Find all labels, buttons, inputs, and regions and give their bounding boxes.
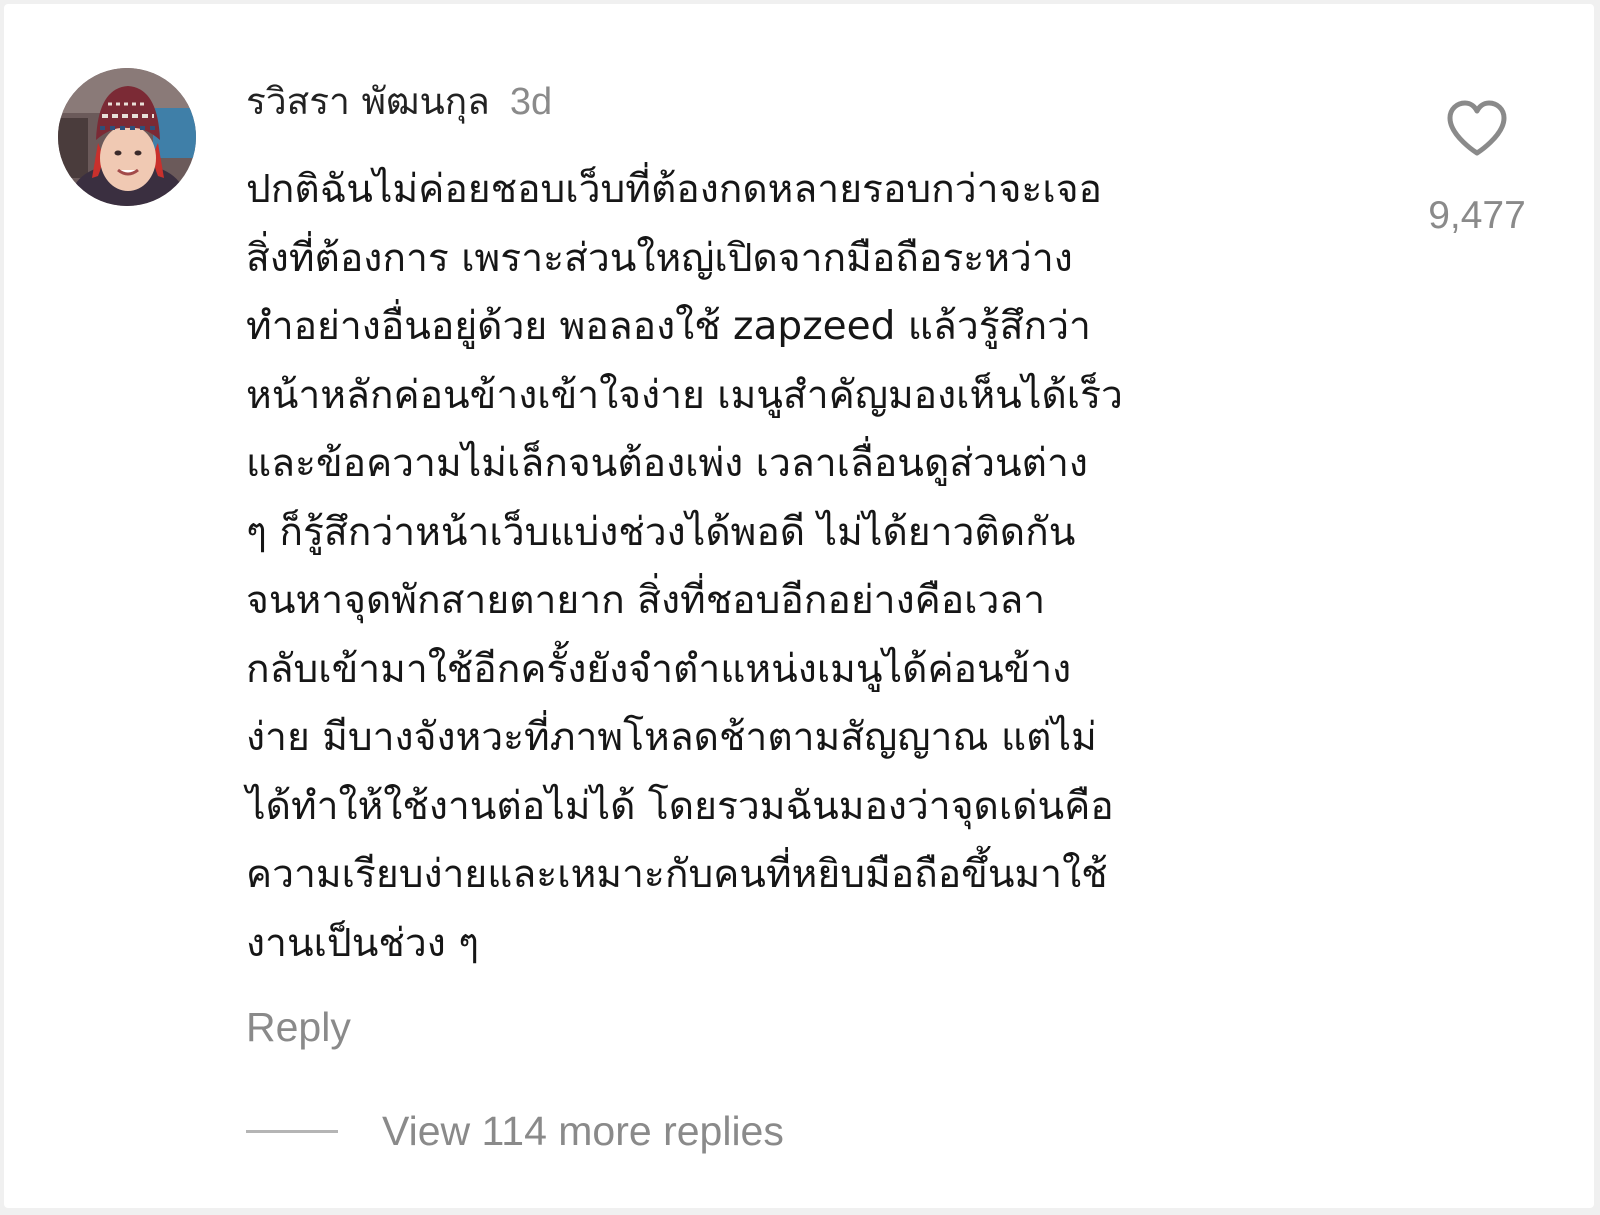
comment-line: งานเป็นช่วง ๆ xyxy=(246,920,480,966)
like-group: 9,477 xyxy=(1422,100,1532,238)
reply-button[interactable]: Reply xyxy=(246,1004,351,1051)
username[interactable]: รวิสรา พัฒนกุล xyxy=(246,72,490,131)
comment-line: และข้อความไม่เล็กจนต้องเพ่ง เวลาเลื่อนดู… xyxy=(246,441,1088,486)
comment-line: ปกติฉันไม่ค่อยชอบเว็บที่ต้องกดหลายรอบกว่… xyxy=(246,167,1102,212)
comment-line: ได้ทำให้ใช้งานต่อไม่ได้ โดยรวมฉันมองว่าจ… xyxy=(246,783,1114,829)
comment-line: ๆ ก็รู้สึกว่าหน้าเว็บแบ่งช่วงได้พอดี ไม่… xyxy=(246,509,1076,555)
comment-card: รวิสรา พัฒนกุล 3d ปกติฉันไม่ค่อยชอบเว็บท… xyxy=(4,4,1594,1208)
replies-divider xyxy=(246,1130,338,1133)
comment-line: ทำอย่างอื่นอยู่ด้วย พอลองใช้ zapzeed แล้… xyxy=(246,304,1091,349)
comment-text: ปกติฉันไม่ค่อยชอบเว็บที่ต้องกดหลายรอบกว่… xyxy=(246,156,1356,978)
timestamp: 3d xyxy=(509,81,553,123)
comment-line: กลับเข้ามาใช้อีกครั้งยังจำตำแหน่งเมนูได้… xyxy=(246,646,1072,692)
comment-line: หน้าหลักค่อนข้างเข้าใจง่าย เมนูสำคัญมองเ… xyxy=(246,372,1123,418)
comment-line: ง่าย มีบางจังหวะที่ภาพโหลดช้าตามสัญญาณ แ… xyxy=(246,715,1097,760)
avatar-image xyxy=(58,68,196,206)
avatar[interactable] xyxy=(58,68,196,206)
like-count: 9,477 xyxy=(1428,194,1526,237)
comment-header: รวิสรา พัฒนกุล 3d xyxy=(246,72,552,132)
comment-line: จนหาจุดพักสายตายาก สิ่งที่ชอบอีกอย่างคือ… xyxy=(246,578,1046,623)
view-replies-label: View 114 more replies xyxy=(382,1108,784,1154)
heart-outline-icon[interactable] xyxy=(1446,100,1508,158)
comment-line: สิ่งที่ต้องการ เพราะส่วนใหญ่เปิดจากมือถื… xyxy=(246,235,1073,281)
comment-line: ความเรียบง่ายและเหมาะกับคนที่หยิบมือถือข… xyxy=(246,852,1108,897)
view-more-replies-button[interactable]: View 114 more replies xyxy=(246,1108,784,1155)
